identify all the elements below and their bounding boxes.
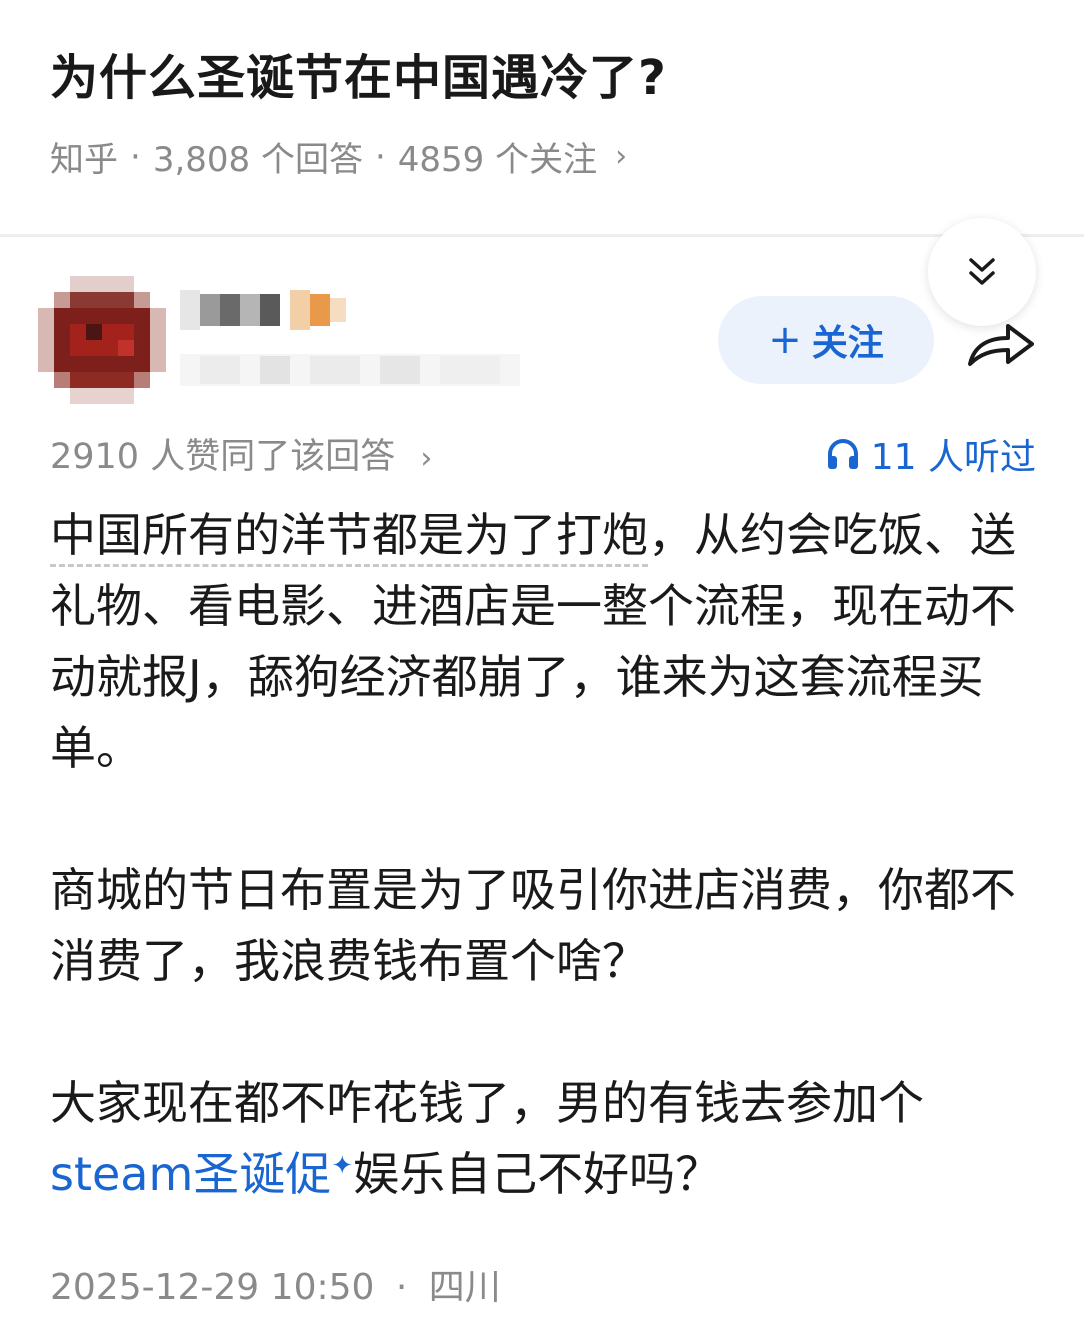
headphones-icon — [827, 439, 858, 469]
divider — [0, 234, 1084, 237]
meta-separator: · — [374, 136, 386, 177]
avatar[interactable] — [38, 276, 166, 404]
steam-sale-link[interactable]: steam圣诞促 — [50, 1147, 331, 1201]
answer-text: 大家现在都不咋花钱了，男的有钱去参加个 — [50, 1076, 924, 1130]
source-label: 知乎 — [50, 140, 118, 180]
post-location: 四川 — [428, 1267, 501, 1308]
question-title[interactable]: 为什么圣诞节在中国遇冷了? — [50, 38, 667, 108]
highlighted-phrase[interactable]: 中国所有的洋节都是为了打炮 — [50, 508, 648, 567]
author-bio — [180, 350, 520, 390]
sparkle-icon: ✦ — [331, 1151, 354, 1181]
answer-paragraph: 商城的节日布置是为了吸引你进店消费，你都不消费了，我浪费钱布置个啥？ — [50, 863, 1016, 988]
question-meta[interactable]: 知乎 · 3,808 个回答 · 4859 个关注 › — [50, 132, 627, 181]
collapse-button[interactable] — [928, 218, 1036, 326]
upvotes-text: 2910 人赞同了该回答 — [50, 437, 396, 477]
chevron-right-icon: › — [615, 139, 628, 174]
follow-count: 4859 个关注 — [397, 140, 598, 180]
author-name[interactable] — [180, 290, 350, 330]
answer-text: 娱乐自己不好吗？ — [353, 1147, 722, 1201]
meta-separator: · — [130, 136, 141, 177]
answer-body: 中国所有的洋节都是为了打炮，从约会吃饭、送礼物、看电影、进酒店是一整个流程，现在… — [50, 500, 1040, 1210]
post-datetime: 2025-12-29 10:50 — [50, 1267, 375, 1308]
upvotes-link[interactable]: 2910 人赞同了该回答 › — [50, 428, 432, 479]
answers-count: 3,808 个回答 — [152, 140, 363, 180]
chevron-right-icon: › — [420, 441, 433, 476]
share-button[interactable] — [964, 312, 1040, 372]
meta-separator: · — [395, 1267, 408, 1308]
follow-button[interactable]: + 关注 — [718, 296, 934, 384]
plus-icon: + — [768, 317, 802, 363]
answer-paragraph: 大家现在都不咋花钱了，男的有钱去参加个 steam圣诞促✦娱乐自己不好吗？ — [50, 1068, 1040, 1210]
answer-paragraph: 中国所有的洋节都是为了打炮，从约会吃饭、送礼物、看电影、进酒店是一整个流程，现在… — [50, 500, 1040, 784]
listen-button[interactable]: 11 人听过 — [825, 428, 1036, 480]
share-arrow-icon — [968, 324, 1034, 366]
double-chevron-down-icon — [969, 258, 995, 285]
listened-text: 11 人听过 — [870, 437, 1036, 478]
answer-footer: 2025-12-29 10:50 · 四川 — [50, 1258, 501, 1310]
follow-label: 关注 — [811, 323, 884, 364]
